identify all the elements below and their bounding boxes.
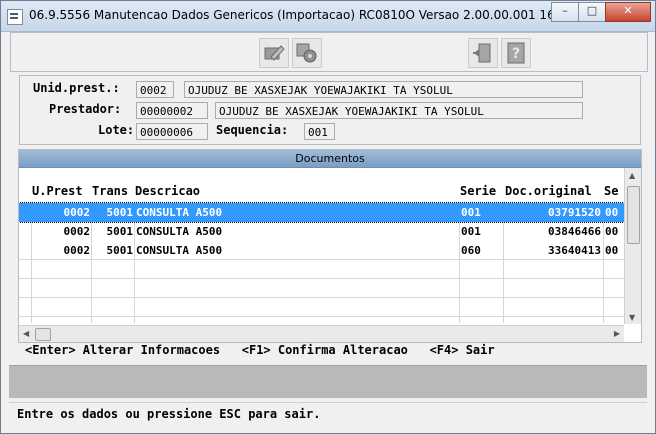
maximize-icon: □ xyxy=(586,4,598,17)
title-bar[interactable]: 06.9.5556 Manutencao Dados Genericos (Im… xyxy=(1,1,655,32)
minimize-icon: – xyxy=(562,4,568,17)
toolbar: ? xyxy=(10,32,648,72)
app-icon[interactable] xyxy=(7,9,23,25)
unid-prest-name-field[interactable]: OJUDUZ BE XASXEJAK YOEWAJAKIKI TA YSOLUL xyxy=(184,81,583,98)
cell-descricao: CONSULTA A500 xyxy=(136,244,223,257)
svg-text:?: ? xyxy=(512,46,520,62)
cell-doc-original: 33640413 xyxy=(548,244,601,257)
lote-field[interactable]: 00000006 xyxy=(136,123,208,140)
status-bar: Entre os dados ou pressione ESC para sai… xyxy=(9,402,647,424)
scroll-down-icon[interactable]: ▼ xyxy=(629,313,635,322)
row-divider xyxy=(19,316,624,317)
cell-uprest: 0002 xyxy=(63,206,91,219)
prestador-label: Prestador: xyxy=(49,102,122,116)
horizontal-scrollbar[interactable]: ◀ ▶ xyxy=(19,325,624,342)
edit-button[interactable] xyxy=(259,38,289,68)
cell-uprest: 0002 xyxy=(63,225,91,238)
window-title: 06.9.5556 Manutencao Dados Genericos (Im… xyxy=(29,8,613,22)
column-header-doc-original[interactable]: Doc.original xyxy=(505,184,592,198)
column-header-descricao[interactable]: Descricao xyxy=(135,184,200,198)
row-divider xyxy=(19,297,624,298)
vertical-scrollbar[interactable]: ▲ ▼ xyxy=(624,168,641,324)
grid-caption: Documentos xyxy=(19,150,641,168)
table-row[interactable]: 0002 5001 CONSULTA A500 001 03846466 00 xyxy=(19,222,624,241)
cell-doc-original: 03791520 xyxy=(548,206,601,219)
table-row[interactable]: 0002 5001 CONSULTA A500 060 33640413 00 xyxy=(19,241,624,260)
cell-doc-original: 03846466 xyxy=(548,225,601,238)
cell-trans: 5001 xyxy=(106,225,134,238)
client-area: ? Unid.prest.: 0002 OJUDUZ BE XASXEJAK Y… xyxy=(9,32,648,426)
lote-label: Lote: xyxy=(98,123,135,137)
key-hints: <Enter> Alterar Informacoes <F1> Confirm… xyxy=(25,343,495,357)
documents-grid[interactable]: Documentos U.Prest Trans Descricao Serie… xyxy=(18,149,642,343)
window-controls: – □ ✕ xyxy=(551,2,651,22)
column-header-uprest[interactable]: U.Prest xyxy=(32,184,83,198)
application-window: 06.9.5556 Manutencao Dados Genericos (Im… xyxy=(0,0,656,434)
cell-trans: 5001 xyxy=(106,206,134,219)
exit-door-icon xyxy=(473,43,491,63)
message-area xyxy=(9,365,647,398)
settings-tools-icon xyxy=(296,43,317,63)
cell-serie: 001 xyxy=(461,206,481,219)
column-header-se[interactable]: Se xyxy=(604,184,618,198)
cell-uprest: 0002 xyxy=(63,244,91,257)
cell-se: 00 xyxy=(605,225,619,238)
cell-se: 00 xyxy=(605,206,619,219)
edit-card-icon xyxy=(264,45,285,61)
cell-trans: 5001 xyxy=(106,244,134,257)
scroll-right-icon[interactable]: ▶ xyxy=(614,329,620,338)
row-divider xyxy=(19,278,624,279)
cell-serie: 001 xyxy=(461,225,481,238)
help-button[interactable]: ? xyxy=(501,38,531,68)
sequencia-field[interactable]: 001 xyxy=(304,123,335,140)
unid-prest-label: Unid.prest.: xyxy=(33,81,120,95)
help-question-icon: ? xyxy=(507,42,525,64)
prestador-code-field[interactable]: 00000002 xyxy=(136,102,208,119)
cell-descricao: CONSULTA A500 xyxy=(136,206,223,219)
horizontal-scroll-thumb[interactable] xyxy=(35,328,51,341)
cell-serie: 060 xyxy=(461,244,481,257)
cell-descricao: CONSULTA A500 xyxy=(136,225,223,238)
column-header-trans[interactable]: Trans xyxy=(92,184,128,198)
exit-button[interactable] xyxy=(468,38,498,68)
close-icon: ✕ xyxy=(623,4,633,17)
settings-button[interactable] xyxy=(292,38,322,68)
minimize-button[interactable]: – xyxy=(551,2,579,22)
unid-prest-code-field[interactable]: 0002 xyxy=(136,81,174,98)
maximize-button[interactable]: □ xyxy=(578,2,606,22)
scroll-up-icon[interactable]: ▲ xyxy=(629,171,635,180)
vertical-scroll-thumb[interactable] xyxy=(627,186,640,244)
close-button[interactable]: ✕ xyxy=(605,2,651,22)
scroll-left-icon[interactable]: ◀ xyxy=(23,329,29,338)
table-row[interactable]: 0002 5001 CONSULTA A500 001 03791520 00 xyxy=(19,202,625,223)
header-form: Unid.prest.: 0002 OJUDUZ BE XASXEJAK YOE… xyxy=(19,75,641,145)
prestador-name-field[interactable]: OJUDUZ BE XASXEJAK YOEWAJAKIKI TA YSOLUL xyxy=(215,102,583,119)
column-header-serie[interactable]: Serie xyxy=(460,184,496,198)
sequencia-label: Sequencia: xyxy=(216,123,289,137)
cell-se: 00 xyxy=(605,244,619,257)
